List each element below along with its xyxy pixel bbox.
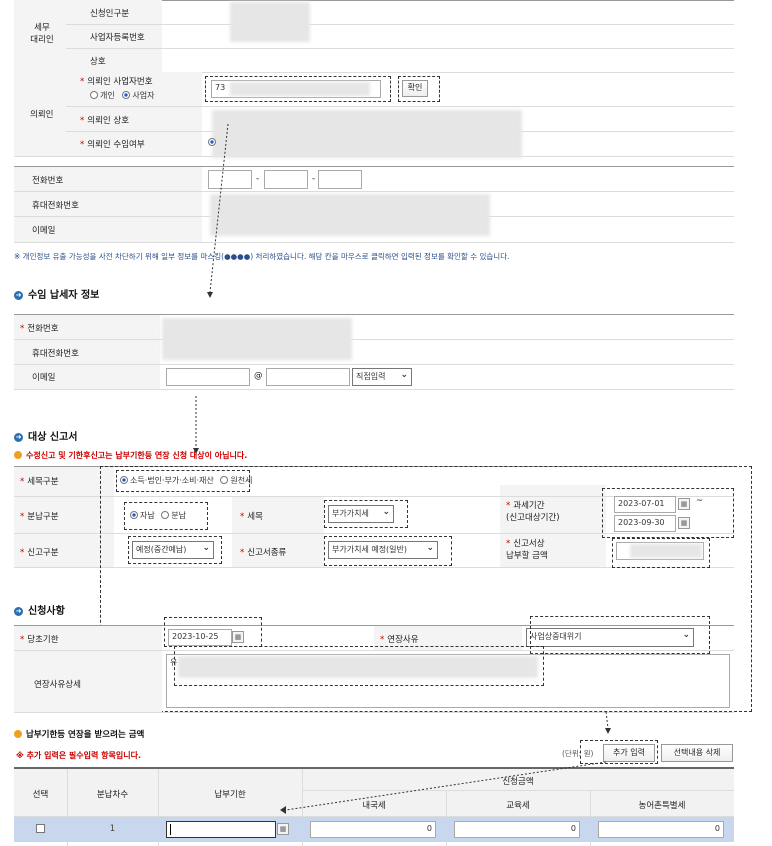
annotation-arrows	[193, 123, 611, 814]
